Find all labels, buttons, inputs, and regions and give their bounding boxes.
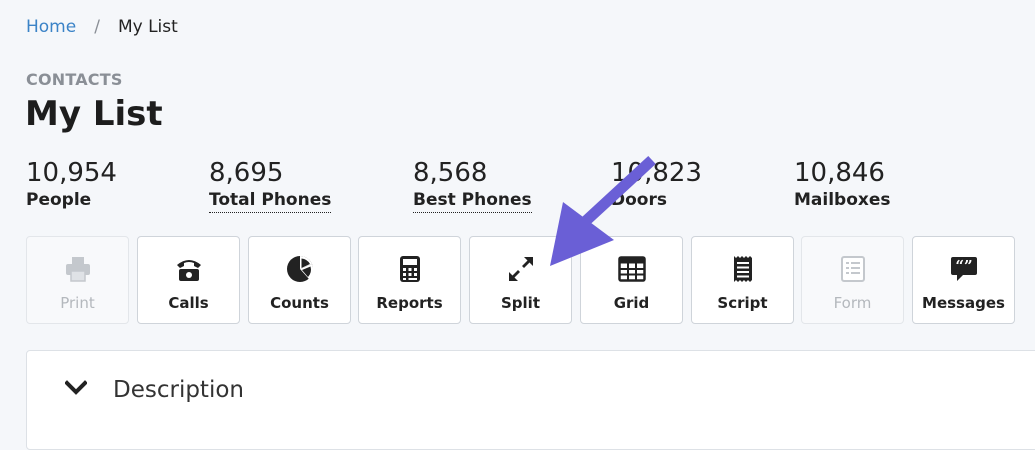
phone-icon: [174, 254, 204, 284]
stat-people: 10,954 People: [26, 156, 117, 210]
grid-label: Grid: [613, 294, 650, 312]
description-title: Description: [113, 377, 244, 403]
calls-button[interactable]: Calls: [137, 236, 240, 324]
form-button[interactable]: Form: [801, 236, 904, 324]
reports-button[interactable]: Reports: [358, 236, 461, 324]
svg-text:“”: “”: [955, 257, 972, 275]
stat-doors: 10,823 Doors: [611, 156, 702, 210]
form-label: Form: [833, 294, 872, 312]
stat-best-phones: 8,568 Best Phones: [413, 156, 532, 213]
messages-button[interactable]: “” Messages: [912, 236, 1015, 324]
stat-label[interactable]: Total Phones: [209, 190, 332, 213]
stat-label: Mailboxes: [794, 190, 891, 210]
grid-button[interactable]: Grid: [580, 236, 683, 324]
breadcrumb-home-link[interactable]: Home: [26, 17, 76, 37]
breadcrumb: Home / My List: [26, 17, 178, 37]
pie-chart-icon: [285, 254, 315, 284]
reports-label: Reports: [376, 294, 443, 312]
stat-value: 8,568: [413, 158, 488, 188]
stat-label: People: [26, 190, 92, 210]
split-button[interactable]: Split: [469, 236, 572, 324]
stat-label[interactable]: Best Phones: [413, 190, 532, 213]
chevron-down-icon: [64, 380, 88, 400]
form-icon: [838, 254, 868, 284]
script-button[interactable]: Script: [691, 236, 794, 324]
script-label: Script: [717, 294, 768, 312]
breadcrumb-current: My List: [117, 17, 178, 37]
page-title: My List: [25, 94, 163, 134]
expand-arrows-icon: [506, 254, 536, 284]
messages-label: Messages: [922, 294, 1005, 312]
counts-label: Counts: [270, 294, 329, 312]
split-label: Split: [501, 294, 540, 312]
calls-label: Calls: [168, 294, 209, 312]
stat-value: 8,695: [209, 158, 284, 188]
stat-label: Doors: [611, 190, 667, 210]
print-icon: [63, 254, 93, 284]
counts-button[interactable]: Counts: [248, 236, 351, 324]
table-icon: [617, 254, 647, 284]
print-button[interactable]: Print: [26, 236, 129, 324]
stat-mailboxes: 10,846 Mailboxes: [794, 156, 891, 210]
print-label: Print: [60, 294, 95, 312]
receipt-icon: [728, 254, 758, 284]
calculator-icon: [395, 254, 425, 284]
stat-value: 10,846: [794, 158, 885, 188]
section-label: CONTACTS: [26, 70, 123, 89]
stat-total-phones: 8,695 Total Phones: [209, 156, 332, 213]
stat-value: 10,823: [611, 158, 702, 188]
description-panel: Description: [26, 350, 1035, 450]
stat-value: 10,954: [26, 158, 117, 188]
description-panel-header[interactable]: Description: [64, 377, 244, 403]
breadcrumb-separator: /: [94, 17, 100, 37]
quote-bubble-icon: “”: [949, 254, 979, 284]
